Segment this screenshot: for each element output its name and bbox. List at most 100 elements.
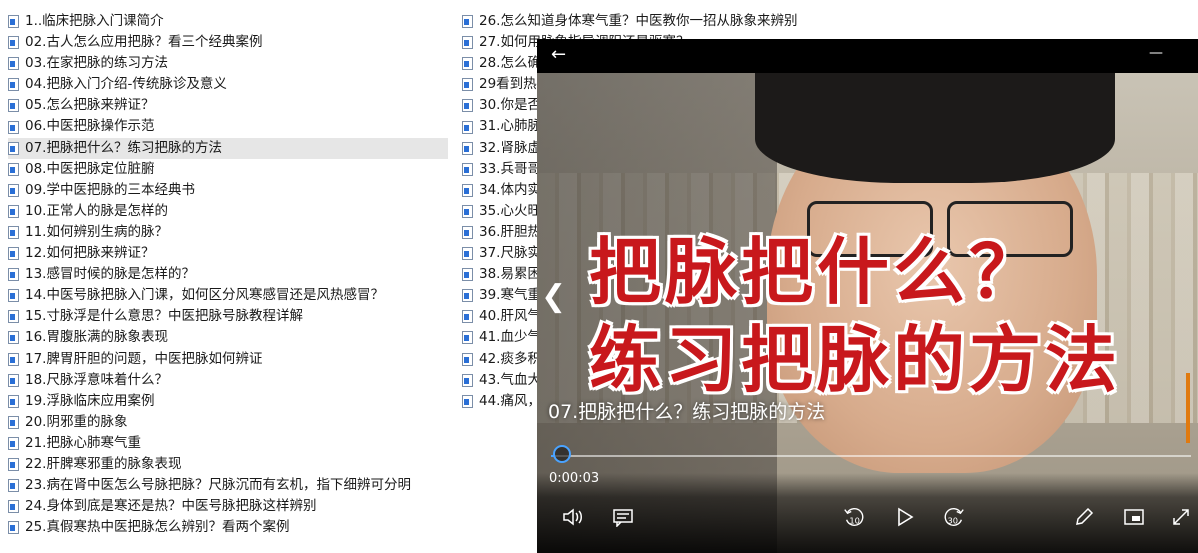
video-file-icon [8, 247, 19, 261]
subtitles-icon [613, 509, 633, 527]
video-file-icon [8, 78, 19, 92]
volume-icon [563, 508, 582, 526]
file-name: 17.脾胃肝胆的问题，中医把脉如何辨证 [25, 350, 263, 367]
video-file-icon [462, 310, 473, 324]
video-file-icon [8, 120, 19, 134]
file-item[interactable]: 10.正常人的脉是怎样的 [8, 201, 448, 222]
video-file-icon [462, 162, 473, 176]
skip-back-icon: 10 [844, 508, 864, 526]
minimize-button[interactable]: — [1149, 45, 1163, 61]
skip-back-label: 10 [849, 515, 860, 525]
file-item[interactable]: 21.把脉心肺寒气重 [8, 433, 448, 454]
seek-thumb[interactable] [553, 445, 571, 463]
file-name: 26.怎么知道身体寒气重？中医教你一招从脉象来辨别 [479, 13, 798, 29]
file-item[interactable]: 15.寸脉浮是什么意思？中医把脉号脉教程详解 [8, 306, 448, 327]
file-name: 24.身体到底是寒还是热？中医号脉把脉这样辨别 [25, 498, 317, 515]
file-item[interactable]: 20.阴邪重的脉象 [8, 412, 448, 433]
file-item[interactable]: 09.学中医把脉的三本经典书 [8, 180, 448, 201]
file-item[interactable]: 26.怎么知道身体寒气重？中医教你一招从脉象来辨别 [462, 11, 882, 32]
file-name: 05.怎么把脉来辨证？ [25, 97, 155, 114]
file-name: 33.兵哥哥 [479, 160, 541, 177]
file-name: 28.怎么确 [479, 55, 541, 72]
file-name: 31.心肺脉 [479, 118, 541, 135]
video-file-icon [462, 268, 473, 282]
file-item[interactable]: 05.怎么把脉来辨证？ [8, 95, 448, 116]
file-name: 02.古人怎么应用把脉？看三个经典案例 [25, 34, 263, 51]
file-name: 19.浮脉临床应用案例 [25, 392, 155, 409]
video-file-icon [462, 120, 473, 134]
video-file-icon [8, 331, 19, 345]
file-name: 21.把脉心肺寒气重 [25, 434, 141, 451]
video-file-icon [462, 36, 473, 50]
video-file-icon [462, 15, 473, 29]
play-button[interactable] [893, 505, 917, 529]
video-file-icon [462, 331, 473, 345]
file-item[interactable]: 22.肝脾寒邪重的脉象表现 [8, 454, 448, 475]
file-item[interactable]: 06.中医把脉操作示范 [8, 116, 448, 137]
back-arrow-icon[interactable]: ← [551, 44, 566, 65]
edit-button[interactable] [1072, 505, 1096, 529]
file-name: 20.阴邪重的脉象 [25, 413, 128, 430]
file-item[interactable]: 11.如何辨别生病的脉？ [8, 222, 448, 243]
video-file-icon [462, 289, 473, 303]
video-file-icon [462, 183, 473, 197]
fullscreen-icon [1173, 509, 1189, 525]
video-file-icon [462, 204, 473, 218]
video-file-icon [8, 373, 19, 387]
file-name: 40.肝风气 [479, 308, 541, 325]
file-name: 18.尺脉浮意味着什么？ [25, 371, 168, 388]
file-name: 12.如何把脉来辨证？ [25, 245, 155, 262]
skip-forward-button[interactable]: 30 [942, 505, 966, 529]
file-name: 25.真假寒热中医把脉怎么辨别？看两个案例 [25, 519, 290, 536]
file-item[interactable]: 25.真假寒热中医把脉怎么辨别？看两个案例 [8, 517, 448, 538]
video-file-icon [462, 394, 473, 408]
chevron-left-icon[interactable]: ❮ [541, 279, 566, 314]
file-name: 38.易累困 [479, 266, 541, 283]
video-file-icon [8, 415, 19, 429]
file-name: 06.中医把脉操作示范 [25, 118, 155, 135]
file-item[interactable]: 13.感冒时候的脉是怎样的？ [8, 264, 448, 285]
video-file-icon [8, 268, 19, 282]
file-item[interactable]: 04.把脉入门介绍-传统脉诊及意义 [8, 74, 448, 95]
file-item[interactable]: 02.古人怎么应用把脉？看三个经典案例 [8, 32, 448, 53]
file-item[interactable]: 19.浮脉临床应用案例 [8, 391, 448, 412]
fullscreen-button[interactable] [1169, 505, 1193, 529]
seek-bar[interactable] [551, 455, 1191, 457]
skip-forward-label: 30 [948, 515, 959, 525]
file-name: 04.把脉入门介绍-传统脉诊及意义 [25, 76, 227, 93]
file-name: 30.你是否 [479, 97, 541, 114]
video-file-icon [8, 162, 19, 176]
video-file-icon [8, 204, 19, 218]
video-caption: 07.把脉把什么？练习把脉的方法 [548, 401, 826, 423]
file-name: 16.胃腹胀满的脉象表现 [25, 329, 168, 346]
file-item[interactable]: 16.胃腹胀满的脉象表现 [8, 327, 448, 348]
file-item[interactable]: 08.中医把脉定位脏腑 [8, 159, 448, 180]
video-file-icon [8, 141, 19, 155]
file-name: 43.气血大 [479, 371, 541, 388]
file-item[interactable]: 17.脾胃肝胆的问题，中医把脉如何辨证 [8, 349, 448, 370]
skip-back-button[interactable]: 10 [842, 505, 866, 529]
file-item[interactable]: 24.身体到底是寒还是热？中医号脉把脉这样辨别 [8, 496, 448, 517]
file-name: 07.把脉把什么？练习把脉的方法 [25, 139, 222, 156]
video-file-icon [462, 247, 473, 261]
mini-view-icon [1124, 509, 1144, 525]
file-name: 34.体内实 [479, 181, 541, 198]
mini-view-button[interactable] [1122, 505, 1146, 529]
file-item[interactable]: 1..临床把脉入门课简介 [8, 11, 448, 32]
volume-button[interactable] [561, 505, 585, 529]
file-item[interactable]: 07.把脉把什么？练习把脉的方法 [8, 137, 448, 159]
file-name: 29看到热 [479, 76, 537, 93]
subtitles-button[interactable] [611, 505, 635, 529]
file-item[interactable]: 12.如何把脉来辨证？ [8, 243, 448, 264]
video-file-icon [462, 57, 473, 71]
file-name: 15.寸脉浮是什么意思？中医把脉号脉教程详解 [25, 308, 303, 325]
file-item[interactable]: 14.中医号脉把脉入门课，如何区分风寒感冒还是风热感冒？ [8, 285, 448, 306]
file-item[interactable]: 18.尺脉浮意味着什么？ [8, 370, 448, 391]
file-item[interactable]: 03.在家把脉的练习方法 [8, 53, 448, 74]
file-item[interactable]: 23.病在肾中医怎么号脉把脉？尺脉沉而有玄机，指下细辨可分明 [8, 475, 448, 496]
file-name: 03.在家把脉的练习方法 [25, 55, 168, 72]
file-name: 22.肝脾寒邪重的脉象表现 [25, 455, 182, 472]
video-file-icon [462, 373, 473, 387]
pencil-icon [1076, 507, 1094, 525]
file-name: 08.中医把脉定位脏腑 [25, 160, 155, 177]
